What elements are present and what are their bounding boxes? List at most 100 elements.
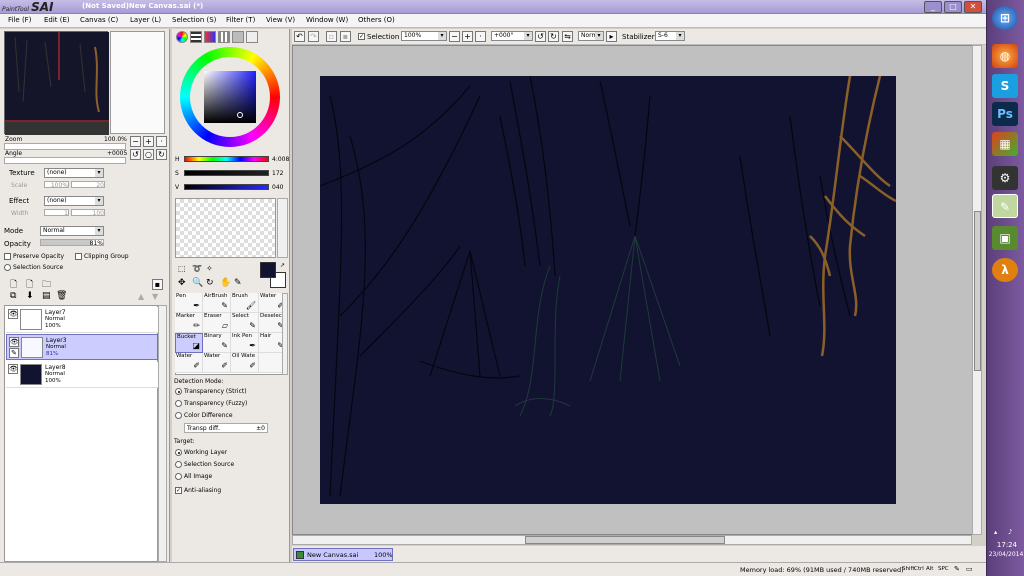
hue-slider[interactable] bbox=[184, 156, 269, 162]
blend-mode-select[interactable]: Normal bbox=[40, 226, 104, 236]
width-value[interactable]: 1 bbox=[44, 209, 69, 217]
office-icon[interactable]: ▦ bbox=[992, 132, 1018, 156]
menu-filter[interactable]: Filter (T) bbox=[226, 16, 255, 24]
undo-icon[interactable]: ↶ bbox=[294, 31, 305, 42]
invert-selection-icon[interactable]: ▪ bbox=[340, 31, 351, 42]
half-life-icon[interactable]: λ bbox=[992, 258, 1018, 282]
layer-item[interactable]: 👁 Layer7 Normal 100% bbox=[6, 307, 158, 333]
working-layer-radio[interactable] bbox=[175, 449, 182, 456]
selection-checkbox[interactable]: ✓ bbox=[358, 33, 365, 40]
transparency-strict-radio[interactable] bbox=[175, 388, 182, 395]
menu-view[interactable]: View (V) bbox=[266, 16, 295, 24]
rotate-left-button[interactable]: ↺ bbox=[130, 149, 141, 160]
tool-brush[interactable]: Brush 🖌 bbox=[231, 293, 259, 313]
menu-canvas[interactable]: Canvas (C) bbox=[80, 16, 118, 24]
eye-icon[interactable]: 👁 bbox=[9, 337, 19, 347]
start-button-icon[interactable]: ⊞ bbox=[992, 6, 1018, 30]
close-button[interactable]: ✕ bbox=[964, 1, 982, 13]
angle-select[interactable]: +000° bbox=[491, 31, 533, 41]
rect-select-icon[interactable]: ⬚ bbox=[178, 264, 186, 273]
clock-date[interactable]: 23/04/2014 bbox=[988, 551, 1024, 558]
move-icon[interactable]: ✥ bbox=[178, 278, 186, 288]
preserve-opacity-checkbox[interactable] bbox=[4, 253, 11, 260]
canvas-vertical-scrollbar[interactable] bbox=[972, 45, 982, 535]
minimize-button[interactable]: _ bbox=[924, 1, 942, 13]
horizontal-scroll-thumb[interactable] bbox=[525, 536, 725, 544]
document-tab[interactable]: New Canvas.sai 100% bbox=[293, 548, 393, 561]
scale-value[interactable]: 100% bbox=[44, 181, 69, 189]
tool-eraser[interactable]: Eraser ▱ bbox=[203, 313, 231, 333]
color-wheel-tab-icon[interactable] bbox=[176, 31, 188, 43]
tool-airbrush[interactable]: AirBrush ✎ bbox=[203, 293, 231, 313]
primary-color-swatch-front[interactable] bbox=[260, 262, 276, 278]
saturation-slider[interactable] bbox=[184, 170, 269, 176]
menu-layer[interactable]: Layer (L) bbox=[130, 16, 161, 24]
rotate-right-button[interactable]: ↻ bbox=[156, 149, 167, 160]
rgb-slider-tab-icon[interactable] bbox=[190, 31, 202, 43]
selection-source-radio[interactable] bbox=[4, 264, 11, 271]
opacity-slider[interactable]: 81% bbox=[40, 239, 104, 247]
texture-select[interactable]: (none) bbox=[44, 168, 104, 178]
swatches-tab-icon[interactable] bbox=[218, 31, 230, 43]
tool-water[interactable]: Water ✐ bbox=[203, 353, 231, 373]
layer-item[interactable]: 👁 Layer8 Normal 100% bbox=[6, 362, 158, 388]
tool-water[interactable]: Water ✐ bbox=[175, 353, 203, 373]
tool-grid-scrollbar[interactable] bbox=[282, 293, 288, 375]
effect-select[interactable]: (none) bbox=[44, 196, 104, 206]
tool-oil-wate[interactable]: Oil Wate ✐ bbox=[231, 353, 259, 373]
layer-list-scrollbar[interactable] bbox=[158, 305, 167, 562]
zoom-icon[interactable]: 🔍 bbox=[192, 278, 203, 288]
vertical-scroll-thumb[interactable] bbox=[974, 211, 981, 371]
eyedropper-icon[interactable]: ✎ bbox=[234, 278, 242, 288]
hsv-slider-tab-icon[interactable] bbox=[204, 31, 216, 43]
photoshop-icon[interactable]: Ps bbox=[992, 102, 1018, 126]
deselect-icon[interactable]: ▫ bbox=[326, 31, 337, 42]
tool-marker[interactable]: Marker ✏ bbox=[175, 313, 203, 333]
saturation-value-square[interactable] bbox=[204, 71, 256, 123]
menu-edit[interactable]: Edit (E) bbox=[44, 16, 70, 24]
flip-canvas-button[interactable]: ⇋ bbox=[562, 31, 573, 42]
skype-icon[interactable]: S bbox=[992, 74, 1018, 98]
view-mode-button[interactable]: ▸ bbox=[606, 31, 617, 42]
steam-icon[interactable]: ⚙ bbox=[992, 166, 1018, 190]
layer-item-selected[interactable]: 👁 ✎ Layer3 Normal 81% bbox=[6, 334, 158, 360]
lasso-icon[interactable]: ➰ bbox=[192, 264, 202, 273]
rotate-reset-button[interactable]: ○ bbox=[143, 149, 154, 160]
transp-diff-slider[interactable]: Transp diff. ±0 bbox=[184, 423, 268, 433]
layer-panel-toggle-icon[interactable]: ▪ bbox=[152, 279, 163, 290]
canvas-zoom-out-button[interactable]: − bbox=[449, 31, 460, 42]
menu-others[interactable]: Others (O) bbox=[358, 16, 395, 24]
tool-ink-pen[interactable]: Ink Pen ✒ bbox=[231, 333, 259, 353]
anti-aliasing-checkbox[interactable]: ✓ bbox=[175, 487, 182, 494]
drawing-canvas[interactable] bbox=[320, 76, 896, 504]
swap-colors-icon[interactable]: ↗ bbox=[280, 262, 285, 269]
scratchpad-tab-icon[interactable] bbox=[232, 31, 244, 43]
canvas-horizontal-scrollbar[interactable] bbox=[292, 535, 972, 545]
scale-num[interactable]: 20 bbox=[71, 181, 105, 189]
value-slider[interactable] bbox=[184, 184, 269, 190]
rotate-icon[interactable]: ↻ bbox=[206, 278, 214, 288]
layer-up-icon[interactable]: ▲ bbox=[138, 292, 144, 301]
eye-icon[interactable]: 👁 bbox=[8, 364, 18, 374]
canvas-zoom-reset-button[interactable]: · bbox=[475, 31, 486, 42]
stabilizer-select[interactable]: S-6 bbox=[655, 31, 685, 41]
zoom-select[interactable]: 100% bbox=[401, 31, 447, 41]
color-extra-tab-icon[interactable] bbox=[246, 31, 258, 43]
minecraft-icon[interactable]: ▣ bbox=[992, 226, 1018, 250]
tray-arrow-icon[interactable]: ▴ bbox=[994, 528, 997, 536]
all-image-radio[interactable] bbox=[175, 473, 182, 480]
volume-icon[interactable]: ♪ bbox=[1008, 528, 1012, 536]
zoom-in-button[interactable]: + bbox=[143, 136, 154, 147]
zoom-slider[interactable] bbox=[4, 143, 126, 150]
canvas-rotate-left-button[interactable]: ↺ bbox=[535, 31, 546, 42]
zoom-reset-button[interactable]: · bbox=[156, 136, 167, 147]
clipping-group-checkbox[interactable] bbox=[75, 253, 82, 260]
menu-file[interactable]: File (F) bbox=[8, 16, 31, 24]
canvas-zoom-in-button[interactable]: + bbox=[462, 31, 473, 42]
eye-icon[interactable]: 👁 bbox=[8, 309, 18, 319]
zoom-out-button[interactable]: − bbox=[130, 136, 141, 147]
clear-layer-icon[interactable]: ▤ bbox=[42, 291, 51, 301]
painttool-sai-icon[interactable]: ✎ bbox=[992, 194, 1018, 218]
tool-bucket[interactable]: Bucket ◪ bbox=[175, 333, 203, 353]
navigator-preview[interactable] bbox=[4, 31, 109, 135]
